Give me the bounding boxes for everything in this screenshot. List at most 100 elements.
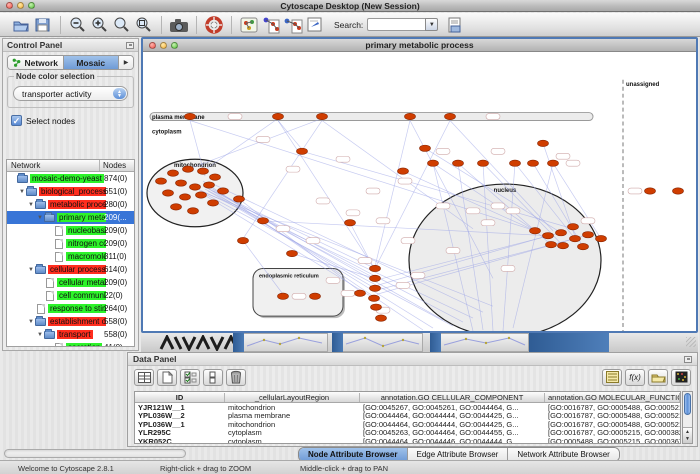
background-window[interactable] — [332, 333, 423, 352]
network-node — [369, 295, 380, 301]
attribute-table-button[interactable] — [134, 369, 154, 386]
float-panel-icon[interactable] — [126, 42, 134, 49]
file-icon — [55, 226, 63, 236]
zoom-selected-button[interactable] — [133, 15, 155, 35]
tab-network-label: Network — [24, 58, 58, 68]
column-header[interactable]: annotation.GO CELLULAR_COMPONENT — [360, 393, 545, 402]
delete-attribute-button[interactable] — [226, 369, 246, 386]
zoom-out-button[interactable] — [67, 15, 89, 35]
import-attributes-button[interactable] — [648, 369, 668, 386]
tab-mosaic[interactable]: Mosaic — [64, 56, 120, 69]
tree-row[interactable]: ▼biological_process651(0) — [7, 185, 134, 198]
node-color-select[interactable]: transporter activity ▲▼ — [13, 86, 128, 101]
tree-row-label: transport — [57, 330, 93, 339]
background-window[interactable] — [233, 333, 328, 352]
tree-row[interactable]: ▼metabolic process280(0) — [7, 198, 134, 211]
tab-mosaic-label: Mosaic — [76, 58, 105, 68]
table-row[interactable]: YLR295Ccytoplasm[GO:0045263, GO:0044464,… — [135, 429, 680, 438]
open-button[interactable] — [10, 15, 32, 35]
delete-attribute-icon — [230, 370, 242, 384]
tree-row[interactable]: macromolecule311(0) — [7, 250, 134, 263]
tree-row[interactable]: mosaic-demo-yeast874(0) — [7, 172, 134, 185]
network-tree-body: mosaic-demo-yeast874(0)▼biological_proce… — [7, 172, 134, 346]
resize-grip-icon[interactable] — [686, 337, 696, 347]
tree-row[interactable]: cell communicat22(0) — [7, 289, 134, 302]
background-window[interactable] — [430, 333, 529, 352]
table-row[interactable]: YJR121W__1mitochondrion[GO:0045267, GO:0… — [135, 403, 680, 412]
tab-overflow-button[interactable]: ▶ — [119, 56, 133, 69]
network-node — [208, 200, 219, 206]
unselect-attributes-button[interactable] — [203, 369, 223, 386]
layout-network-button[interactable] — [260, 15, 282, 35]
function-builder-button[interactable]: f(x) — [625, 369, 645, 386]
network-window-title: primary metabolic process — [143, 40, 696, 50]
new-attribute-button[interactable] — [157, 369, 177, 386]
tree-column-network[interactable]: Network — [7, 160, 100, 171]
scrollbar-thumb[interactable] — [684, 393, 691, 415]
search-options-button[interactable] — [444, 15, 466, 35]
network-node — [190, 184, 201, 190]
tab-network[interactable]: Network — [8, 56, 64, 69]
import-attributes-icon — [651, 372, 666, 383]
tree-row[interactable]: nucleobase-209(0) — [7, 224, 134, 237]
attribute-matrix-button[interactable] — [671, 369, 691, 386]
table-row[interactable]: YPL036W__1mitochondrion[GO:0044464, GO:0… — [135, 420, 680, 429]
network-node — [310, 293, 321, 299]
select-attributes-button[interactable] — [180, 369, 200, 386]
search-input[interactable] — [367, 18, 425, 31]
node-label-stub — [486, 114, 500, 120]
tree-row[interactable]: cellular metabol209(0) — [7, 276, 134, 289]
tree-row[interactable]: response to stimulu264(0) — [7, 302, 134, 315]
zoom-in-button[interactable] — [89, 15, 111, 35]
tree-row-label: secretion — [66, 343, 102, 346]
select-nodes-checkbox[interactable]: ✓ — [11, 115, 22, 126]
float-panel-icon[interactable] — [684, 356, 692, 363]
network-canvas[interactable]: plasma membranecytoplasmmitochondrionnuc… — [143, 52, 696, 331]
table-row[interactable]: YKR052Ccytoplasm[GO:0044464, GO:0044446,… — [135, 437, 680, 444]
disclosure-triangle-icon[interactable]: ▼ — [36, 215, 44, 221]
zoom-fit-button[interactable] — [111, 15, 133, 35]
snapshot-button[interactable] — [168, 15, 190, 35]
disclosure-triangle-icon[interactable]: ▼ — [27, 319, 35, 325]
node-label-stub — [292, 293, 306, 299]
tree-row[interactable]: ▼primary metabo209(... — [7, 211, 134, 224]
column-header[interactable]: annotation.GO MOLECULAR_FUNCTION — [545, 393, 680, 402]
save-button[interactable] — [32, 15, 54, 35]
node-label-stub — [336, 156, 350, 162]
attribute-table[interactable]: ID_cellularLayoutRegionannotation.GO CEL… — [134, 391, 681, 444]
network-view-window[interactable]: primary metabolic process plasma membran… — [141, 37, 698, 333]
disclosure-triangle-icon[interactable]: ▼ — [27, 267, 35, 273]
network-node — [405, 113, 416, 119]
help-button[interactable] — [203, 15, 225, 35]
tree-row[interactable]: secretion41(0) — [7, 341, 134, 346]
table-row[interactable]: YPL036W__2plasma membrane[GO:0044464, GO… — [135, 412, 680, 421]
tree-row[interactable]: ▼ transport 558(0) — [7, 328, 134, 341]
disclosure-triangle-icon[interactable]: ▼ — [27, 202, 35, 208]
tree-row[interactable]: ▼cellular process614(0) — [7, 263, 134, 276]
tree-row-label: nucleobase- — [66, 226, 106, 235]
tree-row[interactable]: ▼establishment of lo558(0) — [7, 315, 134, 328]
main-toolbar: Search: ▼ — [0, 13, 700, 37]
duplicate-network-button[interactable] — [282, 15, 304, 35]
attribute-list-button[interactable] — [602, 369, 622, 386]
attribute-table-icon — [138, 372, 151, 383]
node-label-stub — [556, 153, 570, 159]
tree-column-nodes[interactable]: Nodes — [100, 160, 134, 171]
node-label-stub — [358, 258, 372, 264]
disclosure-triangle-icon[interactable]: ▼ — [36, 332, 44, 338]
network-node — [568, 224, 579, 230]
column-header[interactable]: ID — [135, 393, 225, 402]
column-header[interactable]: _cellularLayoutRegion — [225, 393, 360, 402]
network-window-titlebar[interactable]: primary metabolic process — [143, 39, 696, 52]
tree-row[interactable]: nitrogen compo209(0) — [7, 237, 134, 250]
search-dropdown-arrow[interactable]: ▼ — [425, 18, 438, 31]
network-view-button[interactable] — [238, 15, 260, 35]
vertical-scrollbar[interactable]: ▲▼ — [682, 391, 693, 444]
annotation-button[interactable] — [304, 15, 326, 35]
network-node — [543, 233, 554, 239]
node-label-stub — [376, 218, 390, 224]
tree-row-count: 558(0) — [104, 330, 127, 339]
scrollbar-arrows[interactable]: ▲▼ — [683, 427, 692, 443]
disclosure-triangle-icon[interactable]: ▼ — [18, 189, 26, 195]
tree-row-count: 280(0) — [104, 200, 127, 209]
